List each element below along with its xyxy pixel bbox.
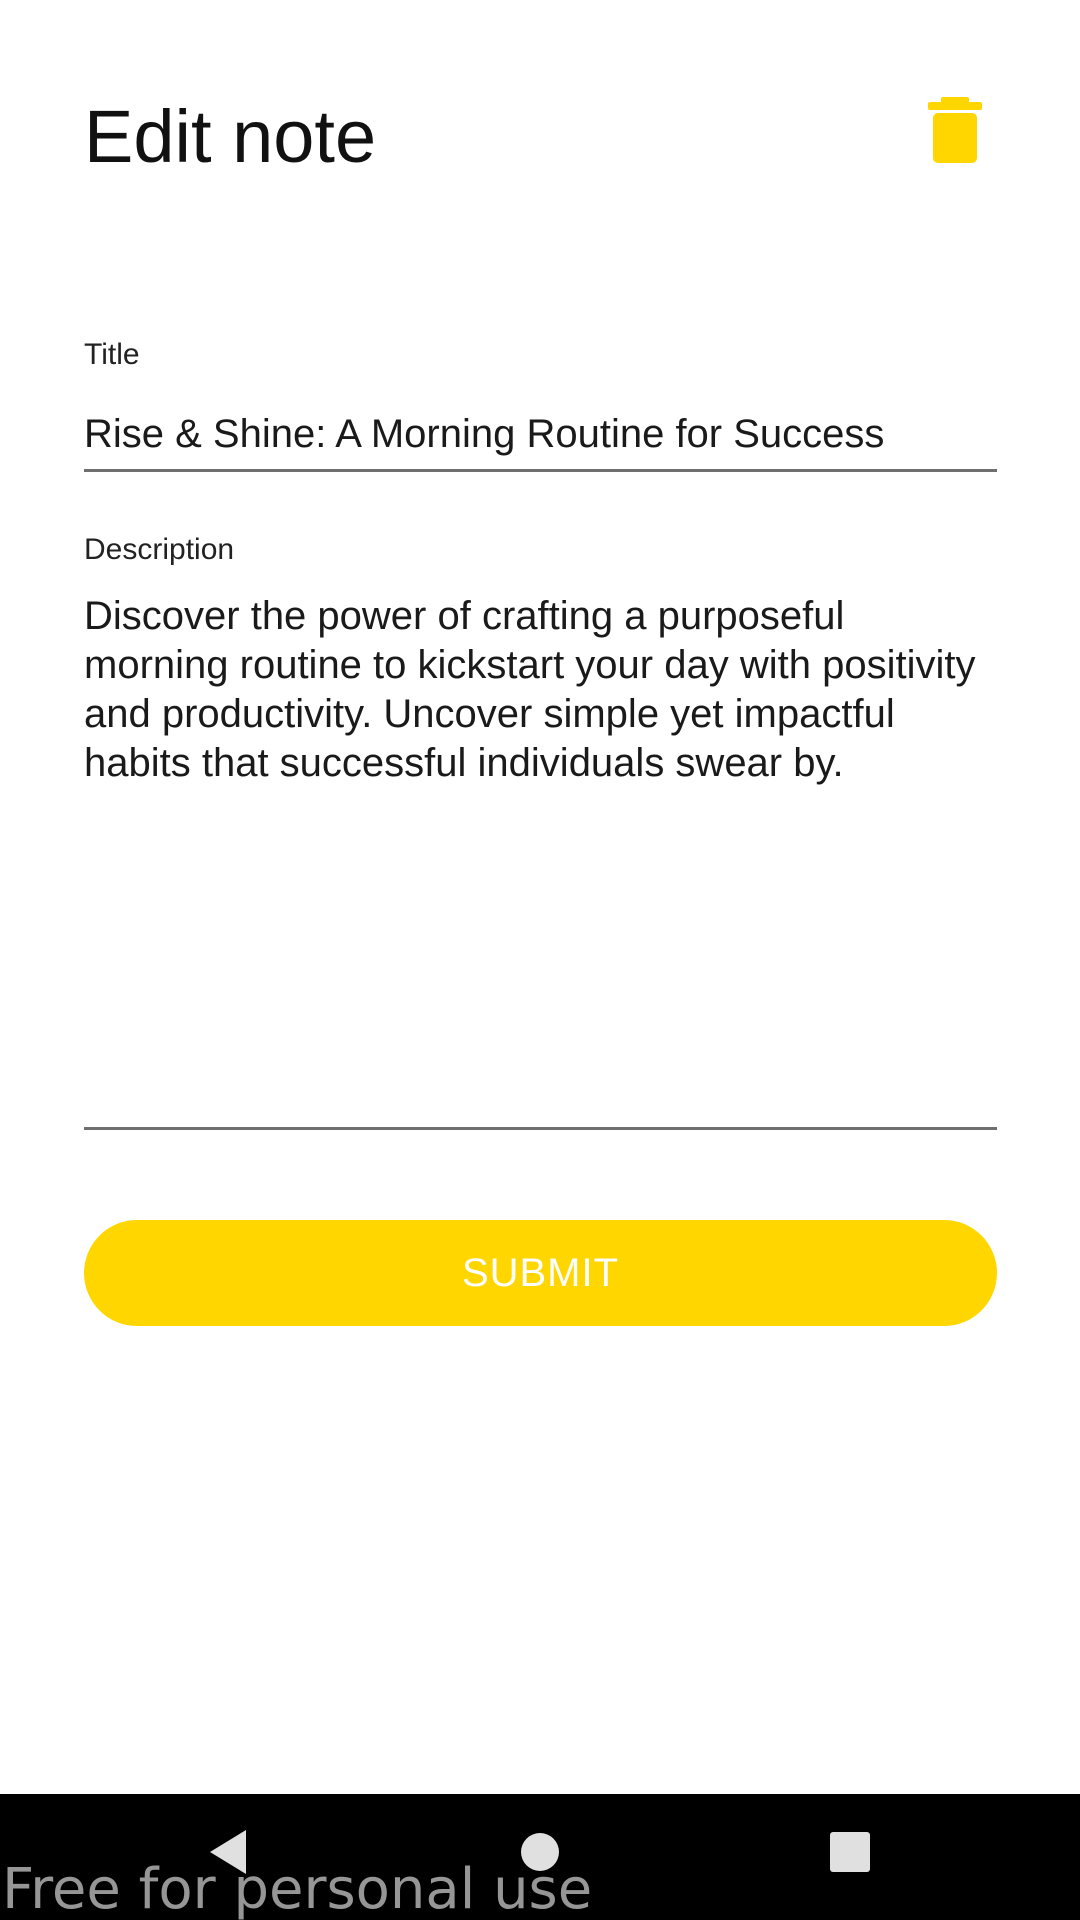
watermark-text: Free for personal use	[2, 1857, 593, 1920]
edit-note-screen: Edit note Title Description Discover the…	[0, 0, 1080, 1920]
system-navigation-bar: Free for personal use	[0, 1794, 1080, 1920]
title-input[interactable]	[84, 400, 997, 472]
submit-button[interactable]: SUBMIT	[84, 1220, 997, 1326]
description-textarea[interactable]: Discover the power of crafting a purpose…	[84, 592, 997, 1130]
description-label: Description	[84, 533, 235, 566]
delete-button[interactable]	[905, 80, 1005, 180]
recents-button[interactable]	[810, 1822, 890, 1882]
title-label: Title	[84, 338, 140, 371]
page-title: Edit note	[84, 95, 377, 178]
recents-square-icon	[830, 1832, 870, 1872]
trash-icon	[928, 97, 982, 163]
